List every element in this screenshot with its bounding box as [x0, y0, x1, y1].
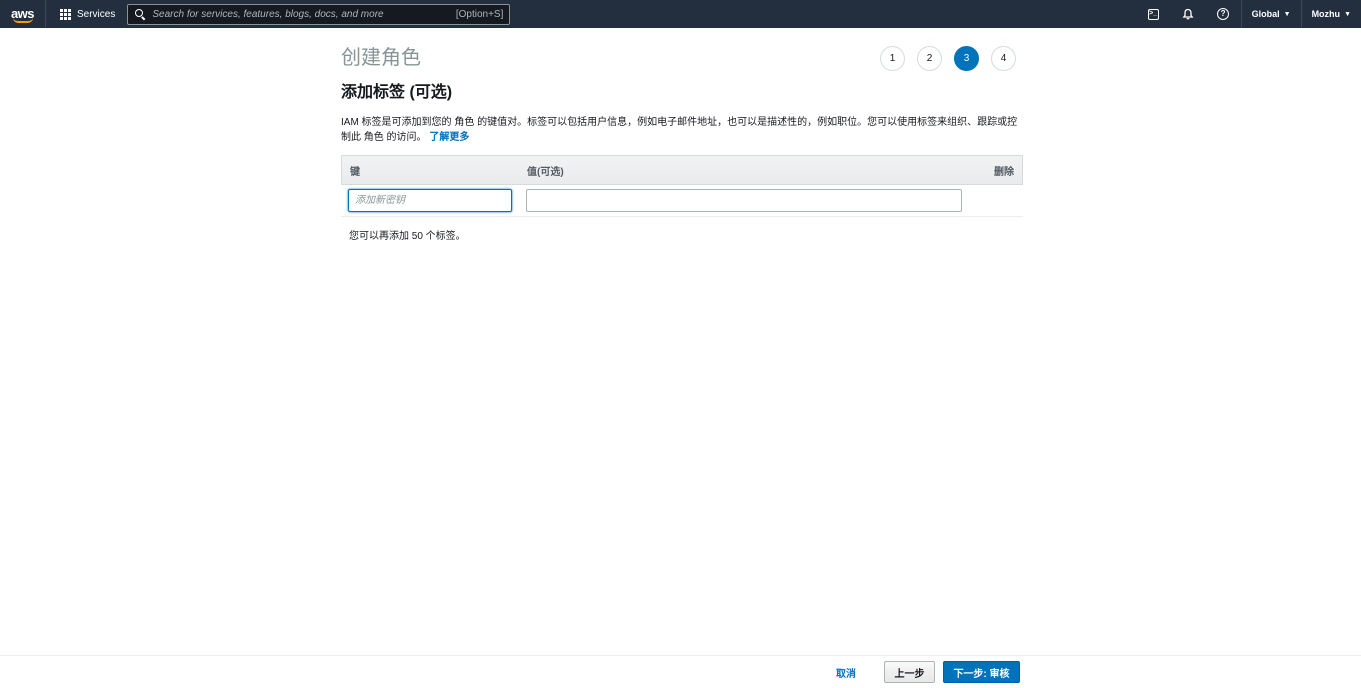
tag-key-input[interactable] [348, 189, 512, 212]
nav-right: >_ ? Global ▼ Mozhu ▼ [1136, 0, 1361, 28]
header-value: 值(可选) [527, 166, 564, 178]
logo-smile-icon [12, 18, 33, 23]
wizard-steps: 1 2 3 4 [880, 46, 1028, 71]
remaining-tags-text: 您可以再添加 50 个标签。 [349, 231, 466, 242]
search-icon [134, 8, 146, 20]
notifications-button[interactable] [1171, 0, 1206, 28]
section-title: 添加标签 (可选) [341, 84, 453, 101]
services-label: Services [77, 8, 116, 20]
table-row [341, 185, 1023, 217]
cancel-button[interactable]: 取消 [836, 665, 856, 680]
caret-down-icon: ▼ [1344, 10, 1351, 18]
bell-icon [1182, 8, 1194, 20]
header-delete: 删除 [994, 166, 1014, 178]
aws-logo[interactable]: aws [0, 0, 46, 28]
tag-value-input[interactable] [526, 189, 962, 212]
page-title: 创建角色 [341, 47, 421, 69]
footer: 取消 上一步 下一步: 审核 [0, 655, 1361, 688]
description: IAM 标签是可添加到您的 角色 的键值对。标签可以包括用户信息，例如电子邮件地… [341, 115, 1025, 145]
header-key: 键 [350, 166, 360, 178]
search-shortcut: [Option+S] [455, 8, 504, 20]
step-4[interactable]: 4 [991, 46, 1016, 71]
learn-more-link[interactable]: 了解更多 [429, 132, 469, 143]
next-review-button[interactable]: 下一步: 审核 [943, 661, 1020, 683]
previous-button[interactable]: 上一步 [884, 661, 935, 683]
step-1[interactable]: 1 [880, 46, 905, 71]
step-2[interactable]: 2 [917, 46, 942, 71]
table-header: 键 值(可选) 删除 [341, 155, 1023, 185]
user-menu[interactable]: Mozhu ▼ [1300, 0, 1361, 28]
cloudshell-button[interactable]: >_ [1136, 0, 1171, 28]
top-nav: aws Services [Option+S] >_ ? Global ▼ [0, 0, 1361, 28]
region-label: Global [1251, 9, 1280, 19]
step-3: 3 [954, 46, 979, 71]
terminal-icon: >_ [1147, 8, 1159, 20]
caret-down-icon: ▼ [1283, 10, 1291, 18]
search-box[interactable]: [Option+S] [127, 3, 511, 25]
region-menu[interactable]: Global ▼ [1240, 0, 1301, 28]
help-button[interactable]: ? [1206, 0, 1241, 28]
user-label: Mozhu [1311, 9, 1341, 19]
services-menu[interactable]: Services [46, 0, 125, 28]
search-input[interactable] [152, 8, 456, 20]
tags-table: 键 值(可选) 删除 [341, 155, 1023, 217]
help-icon: ? [1217, 8, 1230, 20]
grid-icon [60, 8, 71, 20]
